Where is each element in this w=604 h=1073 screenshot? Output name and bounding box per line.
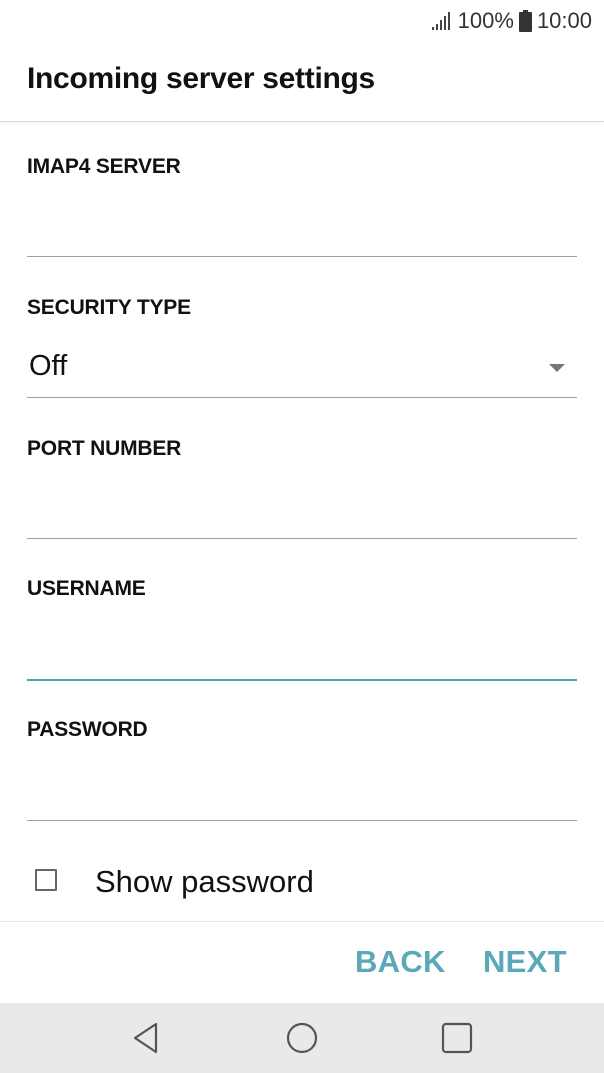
- security-type-dropdown[interactable]: [27, 347, 577, 395]
- status-bar: 100% 10:00: [0, 0, 604, 42]
- show-password-checkbox[interactable]: [35, 869, 57, 891]
- password-input[interactable]: [27, 771, 577, 819]
- password-label: PASSWORD: [27, 718, 148, 741]
- next-button[interactable]: NEXT: [483, 944, 567, 980]
- security-type-label: SECURITY TYPE: [27, 296, 191, 319]
- imap-server-label: IMAP4 SERVER: [27, 155, 181, 178]
- imap-server-input[interactable]: [27, 207, 577, 255]
- nav-home-button[interactable]: [282, 1018, 322, 1058]
- port-number-input[interactable]: [27, 489, 577, 537]
- port-number-label: PORT NUMBER: [27, 437, 182, 460]
- password-underline: [27, 820, 577, 821]
- nav-recent-apps-button[interactable]: [437, 1018, 477, 1058]
- security-type-underline: [27, 397, 577, 398]
- home-icon: [286, 1022, 318, 1054]
- page-title: Incoming server settings: [27, 62, 375, 95]
- recent-apps-icon: [441, 1022, 473, 1054]
- back-button[interactable]: BACK: [355, 944, 446, 980]
- navigation-bar: [0, 1003, 604, 1073]
- action-bar: BACK NEXT: [0, 921, 604, 1004]
- nav-back-button[interactable]: [127, 1018, 167, 1058]
- show-password-label[interactable]: Show password: [95, 864, 314, 900]
- battery-percent: 100%: [457, 8, 514, 33]
- screen: 100% 10:00 Incoming server settings IMAP…: [0, 0, 604, 1073]
- username-label: USERNAME: [27, 577, 146, 600]
- battery-icon: [518, 10, 532, 32]
- back-icon: [133, 1022, 158, 1054]
- clock: 10:00: [536, 8, 592, 33]
- title-bar: Incoming server settings: [0, 42, 604, 122]
- signal-icon: [431, 11, 453, 31]
- username-input[interactable]: [27, 630, 577, 678]
- imap-server-underline: [27, 256, 577, 257]
- status-indicators: 100% 10:00: [431, 8, 592, 34]
- username-underline: [27, 679, 577, 681]
- port-number-underline: [27, 538, 577, 539]
